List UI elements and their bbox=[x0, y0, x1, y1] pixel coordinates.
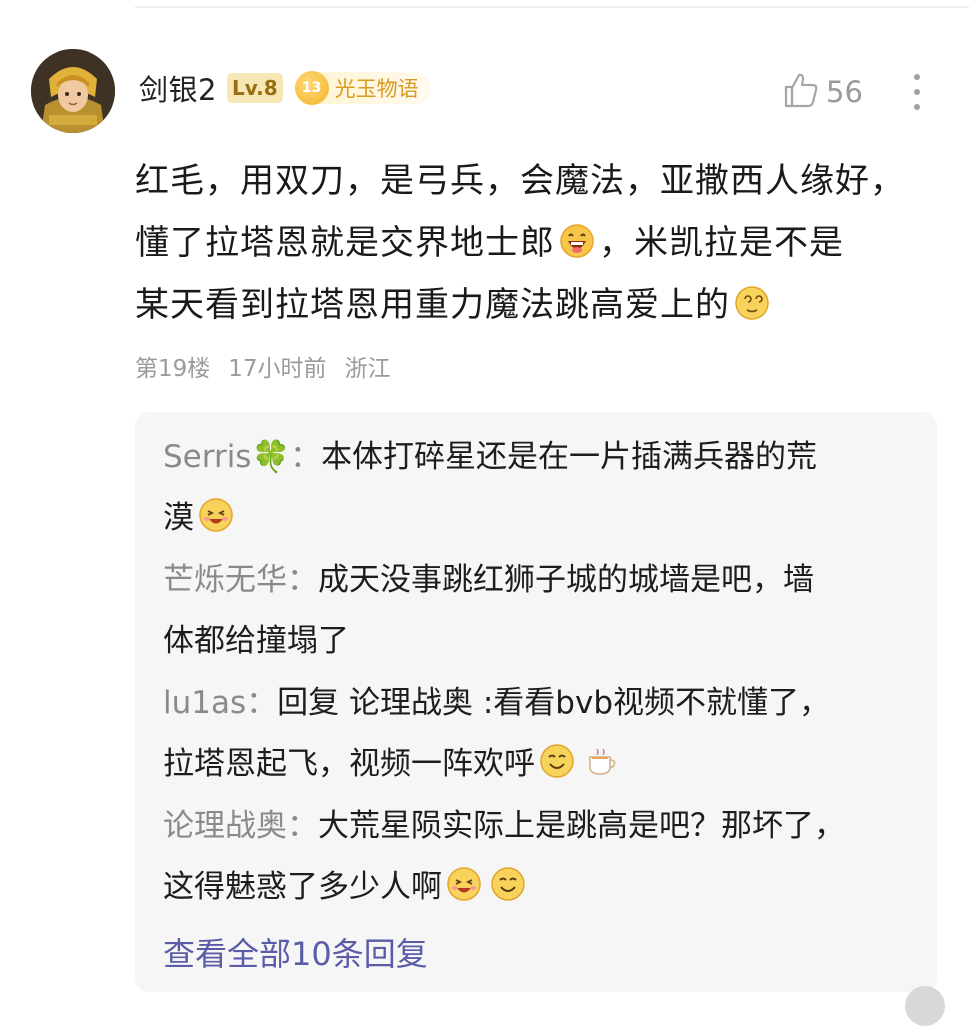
location: 浙江 bbox=[344, 356, 391, 382]
reply-author[interactable]: 论理战奥 bbox=[163, 808, 287, 844]
reply-item[interactable]: lu1as：回复 论理战奥 :看看bvb视频不就懂了， 拉塔恩起飞，视频一阵欢呼 bbox=[163, 673, 923, 795]
reply-text: 成天没事跳红狮子城的城墙是吧，墙 bbox=[318, 562, 814, 598]
comment-line: 红毛，用双刀，是弓兵，会魔法，亚撒西人缘好， bbox=[135, 161, 905, 201]
fan-badge-name: 光玉物语 bbox=[334, 77, 419, 101]
reply-text: 体都给撞塌了 bbox=[163, 623, 349, 659]
avatar[interactable] bbox=[31, 49, 115, 133]
giggle-emoji bbox=[446, 866, 482, 902]
comment-header: 剑银2 Lv.8 13 光玉物语 bbox=[139, 64, 431, 112]
reply-text: 拉塔恩起飞，视频一阵欢呼 bbox=[163, 746, 535, 782]
reply-author[interactable]: Serris🍀 bbox=[163, 439, 290, 475]
like-button[interactable]: 56 bbox=[782, 70, 863, 114]
grin-emoji bbox=[559, 223, 595, 259]
dizzy-emoji bbox=[734, 285, 770, 321]
thumbs-up-icon bbox=[782, 71, 820, 113]
smile-emoji bbox=[539, 743, 575, 779]
more-vertical-icon[interactable] bbox=[903, 68, 931, 116]
reply-text: 这得魅惑了多少人啊 bbox=[163, 869, 442, 905]
comment-meta: 第19楼 17小时前 浙江 bbox=[135, 349, 391, 383]
like-count: 56 bbox=[826, 75, 863, 109]
comment-line: 懂了拉塔恩就是交界地士郎 ，米凯拉是不是 bbox=[135, 223, 844, 263]
tea-cup-emoji bbox=[583, 743, 619, 779]
reply-list: Serris🍀：本体打碎星还是在一片插满兵器的荒 漠 芒烁无华：成天没事跳红狮子… bbox=[135, 412, 937, 992]
reply-text: 回复 论理战奥 :看看bvb视频不就懂了， bbox=[277, 685, 830, 721]
comment-text: 红毛，用双刀，是弓兵，会魔法，亚撒西人缘好， 懂了拉塔恩就是交界地士郎 ，米凯拉是… bbox=[135, 150, 935, 336]
reply-text: 本体打碎星还是在一片插满兵器的荒 bbox=[321, 439, 818, 475]
smile-emoji bbox=[490, 866, 526, 902]
level-badge: Lv.8 bbox=[226, 73, 283, 103]
comment-line: 某天看到拉塔恩用重力魔法跳高爱上的 bbox=[135, 274, 935, 336]
floating-action-icon[interactable] bbox=[905, 986, 945, 1026]
reply-item[interactable]: 论理战奥：大荒星陨实际上是跳高是吧？那坏了， 这得魅惑了多少人啊 bbox=[163, 796, 923, 918]
fan-medal-icon: 13 bbox=[294, 71, 329, 105]
reply-text: 大荒星陨实际上是跳高是吧？那坏了， bbox=[318, 808, 845, 844]
view-all-replies-link[interactable]: 查看全部10条回复 bbox=[163, 934, 428, 974]
giggle-emoji bbox=[198, 497, 234, 533]
reply-item[interactable]: Serris🍀：本体打碎星还是在一片插满兵器的荒 漠 bbox=[163, 427, 923, 549]
reply-text: 漠 bbox=[163, 500, 194, 536]
reply-author[interactable]: 芒烁无华 bbox=[163, 562, 287, 598]
reply-author[interactable]: lu1as bbox=[163, 685, 246, 721]
floor-number: 第19楼 bbox=[135, 356, 211, 382]
timestamp: 17小时前 bbox=[228, 356, 327, 382]
fan-badge[interactable]: 13 光玉物语 bbox=[294, 71, 431, 105]
username[interactable]: 剑银2 bbox=[139, 67, 217, 109]
reply-item[interactable]: 芒烁无华：成天没事跳红狮子城的城墙是吧，墙 体都给撞塌了 bbox=[163, 550, 923, 672]
comment-item: 剑银2 Lv.8 13 光玉物语 56 红毛，用双刀，是弓兵，会魔法，亚撒西人缘… bbox=[0, 0, 969, 1026]
